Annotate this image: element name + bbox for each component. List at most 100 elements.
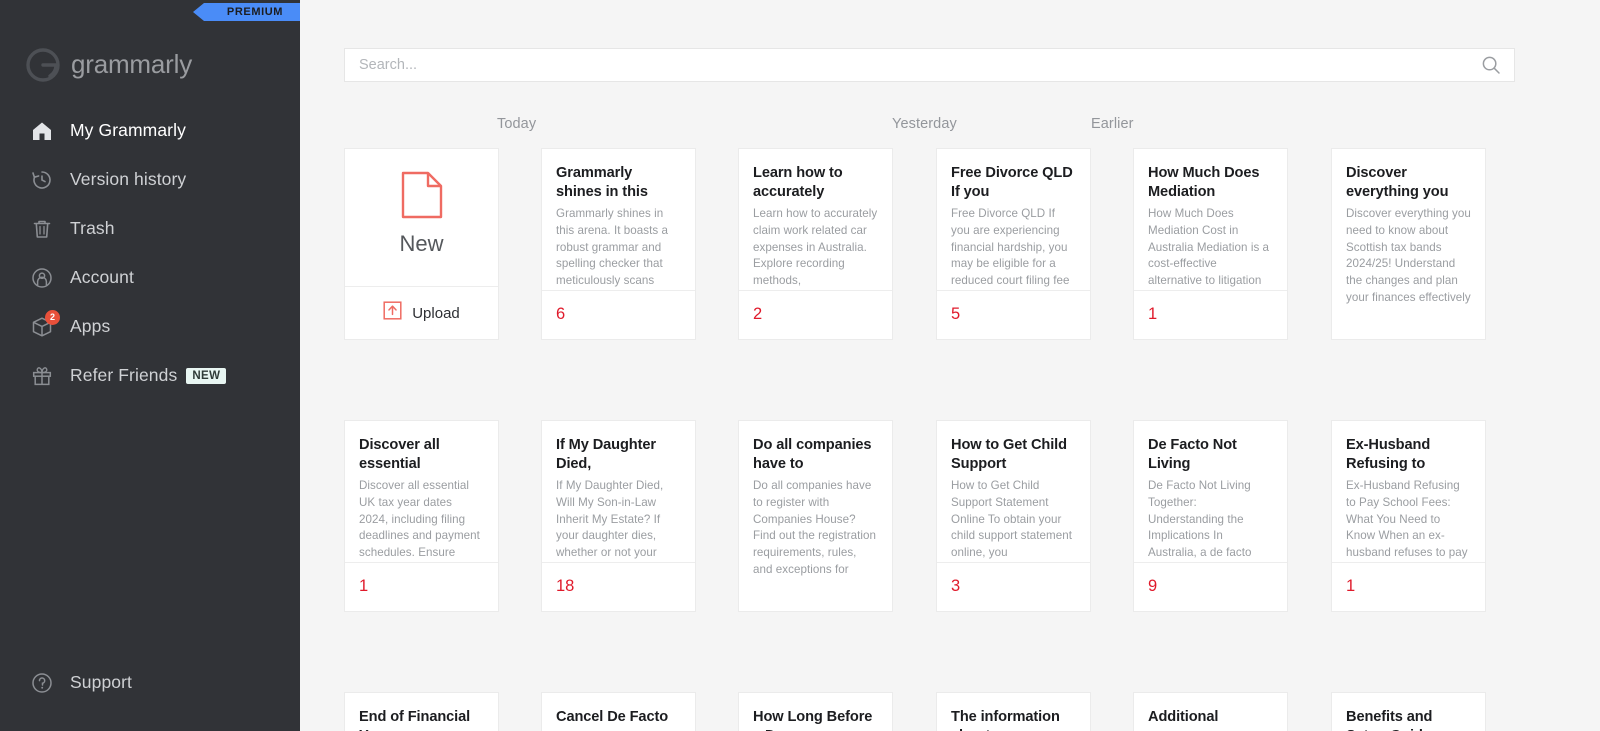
apps-box-icon: 2 — [27, 309, 60, 342]
document-card[interactable]: End of Financial Year — [344, 692, 499, 731]
sidebar-item-account[interactable]: Account — [0, 253, 300, 302]
document-excerpt: De Facto Not Living Together: Understand… — [1148, 479, 1252, 560]
document-card-body: Learn how to accurately Learn how to acc… — [739, 149, 892, 290]
document-title: Do all companies have to — [753, 437, 872, 472]
sidebar-nav: My Grammarly Version history Trash Accou… — [0, 106, 300, 693]
document-title: Benefits and Setup Guide — [1346, 709, 1433, 731]
document-card-body: How Much Does Mediation How Much Does Me… — [1134, 149, 1287, 290]
document-issue-count: 18 — [556, 577, 575, 596]
sidebar-item-label: Trash — [70, 218, 115, 238]
sidebar-item-support[interactable]: Support — [0, 658, 300, 707]
document-card-body: How Long Before a De — [739, 693, 892, 731]
premium-badge[interactable]: PREMIUM — [193, 3, 300, 21]
document-excerpt: Discover all essential UK tax year dates… — [359, 479, 480, 560]
document-card-body: The information about — [937, 693, 1090, 731]
document-title: Discover everything you — [1346, 165, 1449, 200]
sidebar-item-trash[interactable]: Trash — [0, 204, 300, 253]
document-issue-count: 1 — [1346, 577, 1356, 596]
document-card-footer: 6 — [542, 290, 695, 338]
document-card-footer: 1 — [345, 562, 498, 610]
sidebar-item-apps[interactable]: 2 Apps — [0, 302, 300, 351]
document-card[interactable]: Benefits and Setup Guide — [1331, 692, 1486, 731]
new-document-card[interactable]: New Upload — [344, 148, 499, 340]
document-card-footer: 1 — [1332, 562, 1485, 610]
sidebar-item-my-grammarly[interactable]: My Grammarly — [0, 106, 300, 155]
new-document-icon — [399, 170, 445, 225]
document-excerpt: Do all companies have to register with C… — [753, 479, 877, 577]
document-card-footer: 9 — [1134, 562, 1287, 610]
documents-row: Discover all essential Discover all esse… — [344, 420, 1544, 692]
new-document-area[interactable]: New — [345, 149, 498, 286]
document-card-body: Cancel De Facto Cancel De Facto — [542, 693, 695, 731]
home-icon — [27, 116, 57, 146]
document-card[interactable]: If My Daughter Died, If My Daughter Died… — [541, 420, 696, 612]
clock-history-icon — [27, 165, 57, 195]
upload-label: Upload — [412, 304, 460, 322]
document-card[interactable]: Discover everything you Discover everyth… — [1331, 148, 1486, 340]
document-title: Ex-Husband Refusing to — [1346, 437, 1431, 472]
document-card[interactable]: Ex-Husband Refusing to Ex-Husband Refusi… — [1331, 420, 1486, 612]
sidebar-item-label: Apps — [70, 316, 111, 336]
document-card-body: Benefits and Setup Guide — [1332, 693, 1485, 731]
sidebar-item-version-history[interactable]: Version history — [0, 155, 300, 204]
document-card-body: Additional Additional — [1134, 693, 1287, 731]
sidebar: PREMIUM grammarly My Grammarly Version h… — [0, 0, 300, 731]
document-card[interactable]: Grammarly shines in this Grammarly shine… — [541, 148, 696, 340]
trash-icon — [27, 214, 57, 244]
document-title: How Long Before a De — [753, 709, 873, 731]
grammarly-app-window: PREMIUM grammarly My Grammarly Version h… — [0, 0, 1600, 731]
search-input[interactable] — [345, 49, 1481, 81]
document-card-body: If My Daughter Died, If My Daughter Died… — [542, 421, 695, 562]
document-excerpt: How Much Does Mediation Cost in Australi… — [1148, 207, 1270, 288]
document-issue-count: 6 — [556, 305, 566, 324]
document-title: If My Daughter Died, — [556, 437, 656, 472]
document-title: De Facto Not Living — [1148, 437, 1237, 472]
document-title: How to Get Child Support — [951, 437, 1067, 472]
document-card-body: Ex-Husband Refusing to Ex-Husband Refusi… — [1332, 421, 1485, 562]
sidebar-item-refer-friends[interactable]: Refer Friends NEW — [0, 351, 300, 400]
document-excerpt: Discover everything you need to know abo… — [1346, 207, 1471, 305]
document-card-body: Discover all essential Discover all esse… — [345, 421, 498, 562]
document-title: Discover all essential — [359, 437, 440, 472]
sidebar-item-label: Version history — [70, 169, 187, 189]
refer-friends-new-badge: NEW — [186, 367, 227, 384]
new-document-label: New — [399, 231, 444, 256]
upload-button[interactable]: Upload — [345, 286, 498, 339]
document-title: The information about — [951, 709, 1060, 731]
document-card-body: De Facto Not Living De Facto Not Living … — [1134, 421, 1287, 562]
grammarly-g-logo-icon — [26, 47, 60, 82]
document-card[interactable]: Additional Additional — [1133, 692, 1288, 731]
document-card-body: Discover everything you Discover everyth… — [1332, 149, 1485, 307]
account-person-icon — [27, 263, 57, 293]
document-issue-count: 3 — [951, 577, 961, 596]
section-label-earlier: Earlier — [1091, 116, 1134, 132]
document-excerpt: How to Get Child Support Statement Onlin… — [951, 479, 1073, 560]
document-card[interactable]: Cancel De Facto Cancel De Facto — [541, 692, 696, 731]
document-card[interactable]: Learn how to accurately Learn how to acc… — [738, 148, 893, 340]
document-title: End of Financial Year — [359, 709, 471, 731]
document-excerpt: Learn how to accurately claim work relat… — [753, 207, 878, 288]
document-title: Learn how to accurately — [753, 165, 843, 200]
document-card[interactable]: How Long Before a De — [738, 692, 893, 731]
document-card[interactable]: How Much Does Mediation How Much Does Me… — [1133, 148, 1288, 340]
sidebar-item-label: Support — [70, 672, 132, 692]
section-label-today: Today — [497, 116, 537, 132]
document-card[interactable]: Discover all essential Discover all esse… — [344, 420, 499, 612]
apps-badge-count: 2 — [45, 309, 60, 325]
document-card[interactable]: How to Get Child Support How to Get Chil… — [936, 420, 1091, 612]
document-card-body: Grammarly shines in this Grammarly shine… — [542, 149, 695, 290]
search-bar[interactable] — [344, 48, 1515, 82]
document-card[interactable]: The information about — [936, 692, 1091, 731]
sidebar-item-label: My Grammarly — [70, 120, 186, 140]
document-card[interactable]: Free Divorce QLD If you Free Divorce QLD… — [936, 148, 1091, 340]
section-label-yesterday: Yesterday — [892, 116, 957, 132]
document-issue-count: 9 — [1148, 577, 1158, 596]
document-title: Additional — [1148, 709, 1219, 725]
document-card-body: How to Get Child Support How to Get Chil… — [937, 421, 1090, 562]
document-title: Cancel De Facto — [556, 709, 669, 725]
document-card-body: End of Financial Year — [345, 693, 498, 731]
search-icon[interactable] — [1481, 55, 1514, 75]
document-card[interactable]: De Facto Not Living De Facto Not Living … — [1133, 420, 1288, 612]
document-issue-count: 1 — [359, 577, 369, 596]
document-card[interactable]: Do all companies have to Do all companie… — [738, 420, 893, 612]
